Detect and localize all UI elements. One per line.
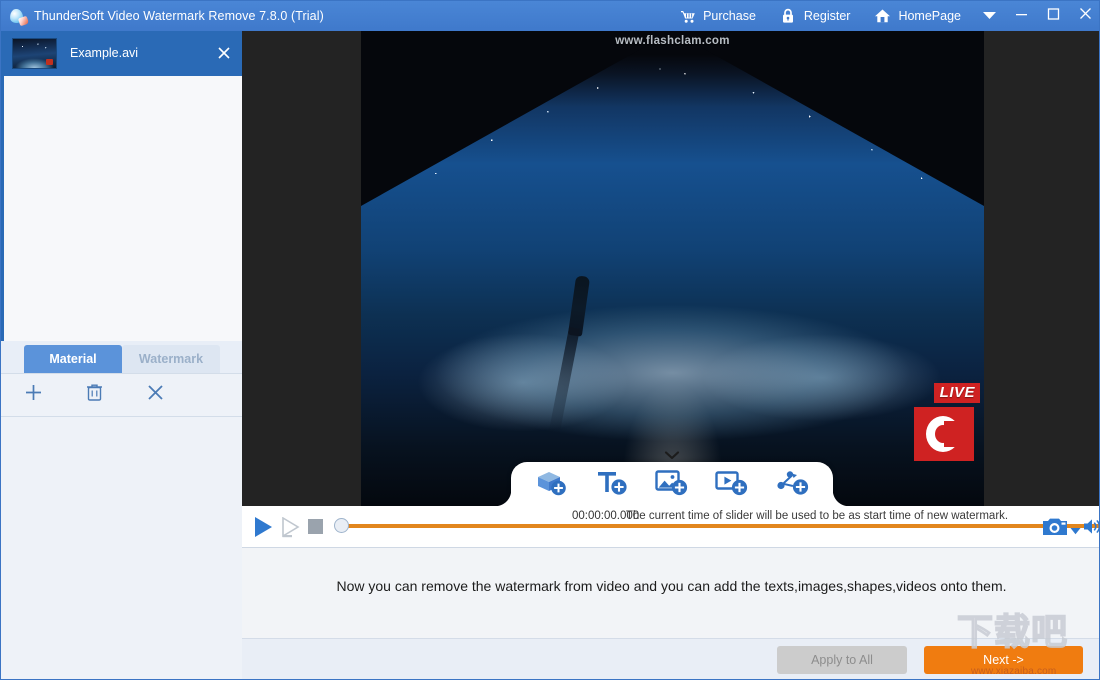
apply-to-all-button[interactable]: Apply to All [777, 646, 907, 674]
file-list: Example.avi [1, 31, 242, 75]
lock-icon [780, 8, 797, 25]
close-icon [147, 384, 164, 406]
add-image-button[interactable] [649, 465, 695, 503]
tab-watermark[interactable]: Watermark [122, 345, 220, 373]
video-corner-left [361, 31, 673, 206]
video-preview-area[interactable]: www.flashclam.com LIVE [242, 31, 1100, 506]
title-bar-left: ThunderSoft Video Watermark Remove 7.8.0… [1, 8, 324, 25]
live-badge: LIVE [900, 383, 980, 461]
file-name-label: Example.avi [70, 46, 214, 60]
snapshot-options-button[interactable] [1070, 522, 1081, 540]
timeline-slider-handle[interactable] [334, 518, 349, 533]
title-bar-right: Purchase Register [667, 1, 1100, 31]
sidebar: Example.avi Material Watermark [1, 31, 242, 680]
transport-bar: 00:00:00.000 The current time of slider … [242, 506, 1100, 548]
stop-button[interactable] [308, 519, 323, 534]
video-corner-right [672, 31, 984, 206]
camera-icon [1041, 526, 1069, 543]
remove-file-button[interactable] [214, 43, 234, 63]
add-video-icon [715, 468, 749, 501]
live-badge-logo [914, 407, 974, 461]
message-area: Now you can remove the watermark from vi… [242, 548, 1100, 638]
tab-material-label: Material [49, 352, 96, 366]
close-button[interactable] [1069, 1, 1100, 31]
trash-icon [86, 383, 103, 406]
minimize-icon [1015, 7, 1028, 25]
tab-material[interactable]: Material [24, 345, 122, 373]
register-label: Register [804, 9, 851, 23]
add-video-button[interactable] [709, 465, 755, 503]
add-image-icon [655, 468, 689, 501]
chevron-down-icon [664, 447, 680, 465]
step-forward-button[interactable] [280, 517, 306, 538]
close-icon [1079, 7, 1092, 25]
add-text-button[interactable] [589, 465, 635, 503]
volume-button[interactable] [1082, 516, 1100, 537]
sidebar-footer-fill [1, 417, 242, 680]
more-options-button[interactable] [973, 1, 1005, 31]
maximize-button[interactable] [1037, 1, 1069, 31]
homepage-label: HomePage [898, 9, 961, 23]
add-text-icon [596, 468, 628, 501]
application-window: ThunderSoft Video Watermark Remove 7.8.0… [0, 0, 1100, 680]
video-watermark-text: www.flashclam.com [361, 35, 984, 47]
video-frame[interactable]: www.flashclam.com LIVE [361, 31, 984, 506]
snapshot-button[interactable] [1041, 515, 1069, 539]
footer-bar: Apply to All Next -> [242, 638, 1100, 680]
sidebar-action-bar [1, 373, 242, 417]
add-area-icon [534, 468, 568, 501]
add-remove-area-button[interactable] [528, 465, 574, 503]
window-title: ThunderSoft Video Watermark Remove 7.8.0… [34, 9, 324, 23]
add-file-button[interactable] [20, 382, 46, 408]
home-icon [874, 8, 891, 25]
tab-watermark-label: Watermark [139, 352, 203, 366]
slider-hint-text: The current time of slider will be used … [497, 510, 1100, 522]
video-thumbnail [12, 38, 57, 69]
sidebar-tabs: Material Watermark [1, 341, 242, 373]
video-subject-figure [568, 275, 590, 336]
play-button[interactable] [252, 516, 276, 538]
homepage-link[interactable]: HomePage [862, 1, 973, 31]
delete-file-button[interactable] [81, 382, 107, 408]
plus-icon [24, 383, 43, 407]
minimize-button[interactable] [1005, 1, 1037, 31]
water-drop-logo-icon [10, 8, 27, 25]
purchase-label: Purchase [703, 9, 756, 23]
file-list-empty-area[interactable] [4, 75, 242, 341]
caret-down-icon [1070, 522, 1081, 539]
list-item[interactable]: Example.avi [1, 31, 242, 75]
title-bar: ThunderSoft Video Watermark Remove 7.8.0… [1, 1, 1100, 31]
tool-panel [511, 462, 833, 506]
next-button[interactable]: Next -> [924, 646, 1083, 674]
add-shape-icon [776, 468, 810, 501]
register-link[interactable]: Register [768, 1, 863, 31]
timeline-track[interactable] [339, 524, 1100, 528]
maximize-icon [1047, 7, 1060, 25]
add-shape-button[interactable] [770, 465, 816, 503]
tool-panel-collapse-button[interactable] [660, 449, 684, 463]
volume-icon [1082, 524, 1100, 541]
status-message: Now you can remove the watermark from vi… [336, 578, 1006, 594]
live-badge-label: LIVE [934, 383, 980, 403]
chevron-down-icon [982, 7, 997, 25]
purchase-link[interactable]: Purchase [667, 1, 768, 31]
clear-all-button[interactable] [142, 382, 168, 408]
shopping-cart-icon [679, 8, 696, 25]
